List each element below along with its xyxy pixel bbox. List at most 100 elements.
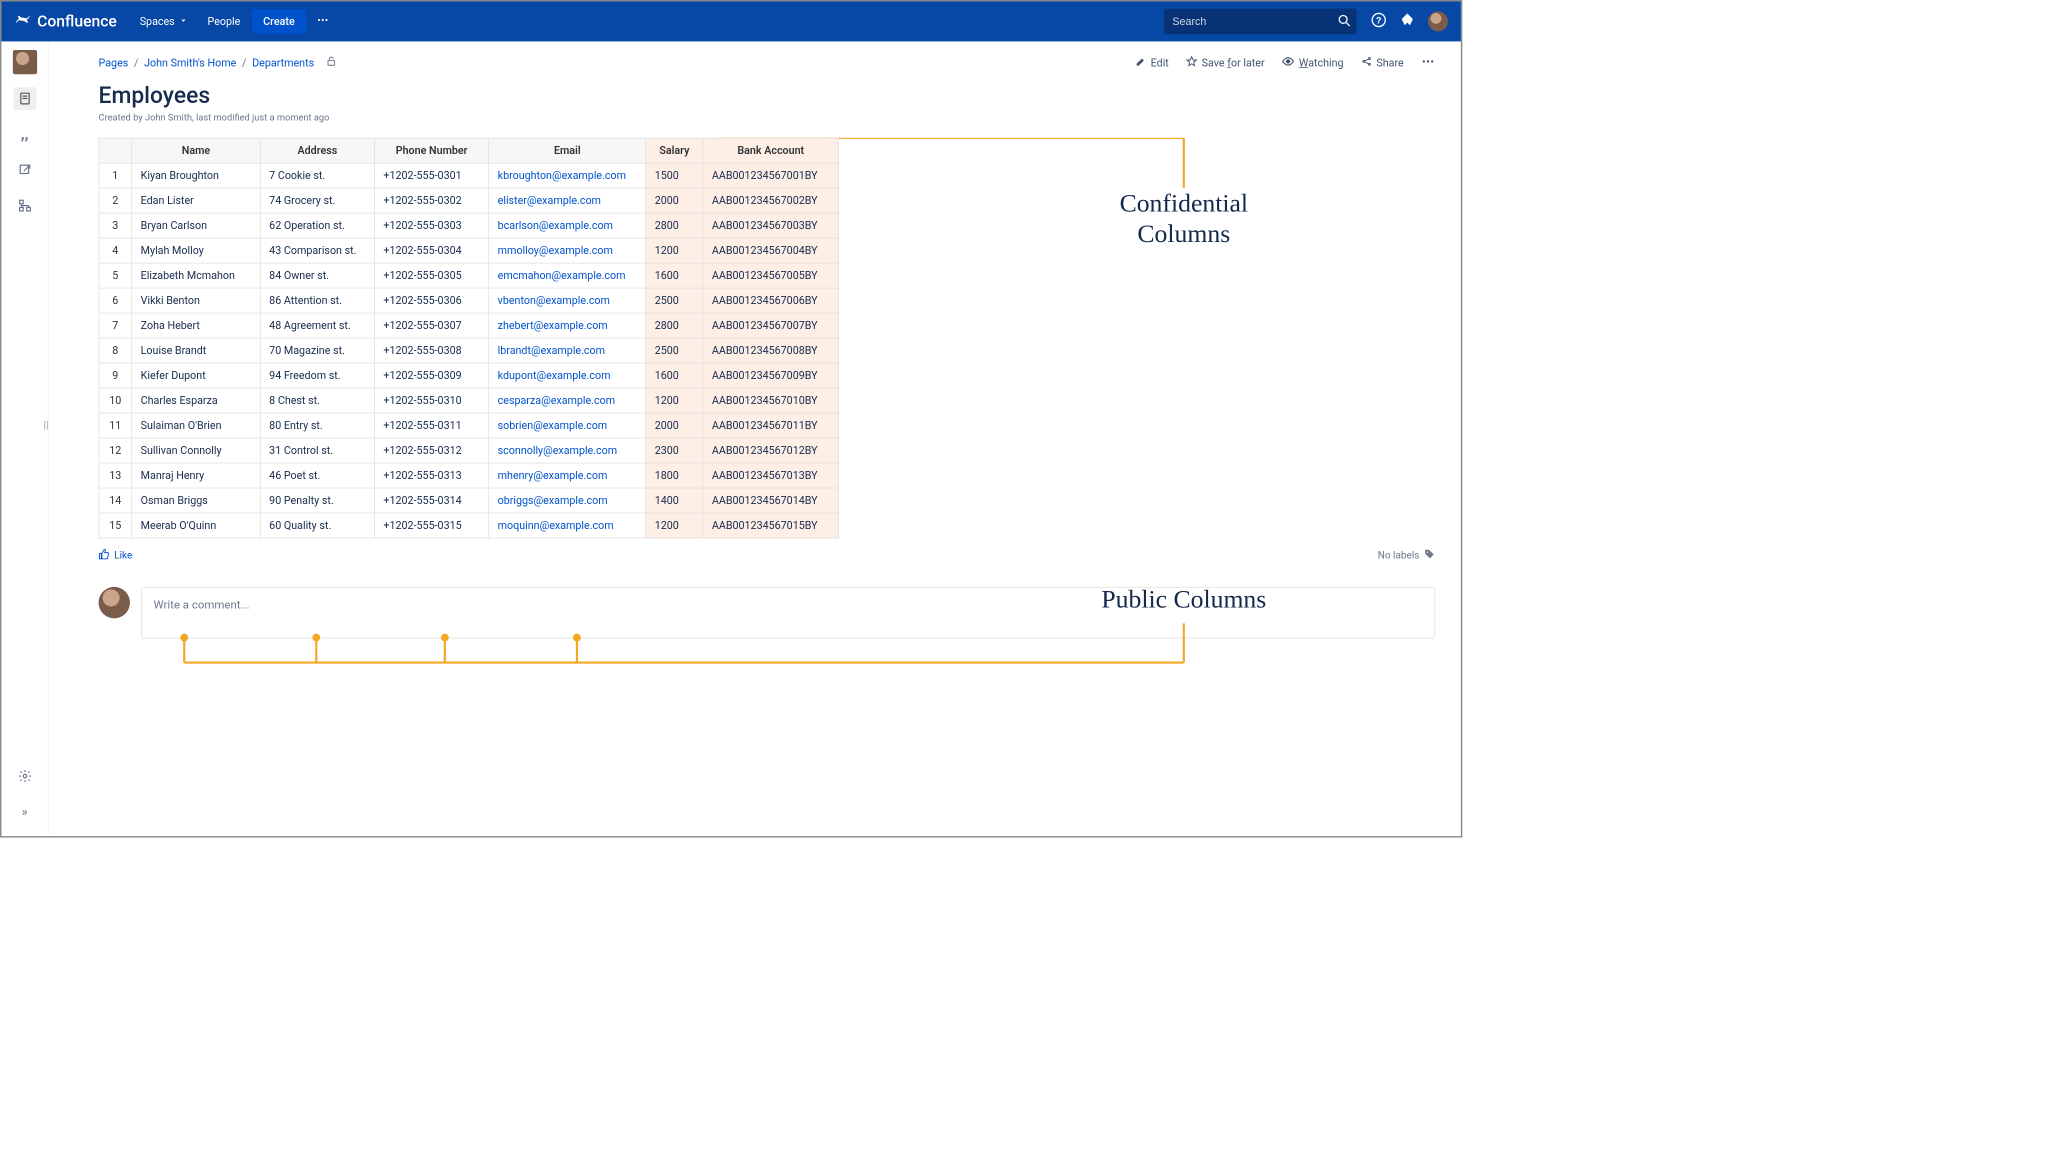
breadcrumb-lock-icon [326,56,337,70]
nav-more-button[interactable] [309,8,336,35]
top-nav: Confluence Spaces People Create [1,1,1460,41]
email-link[interactable]: mmolloy@example.com [498,244,613,257]
nav-people[interactable]: People [199,9,249,33]
cell-salary: 2000 [646,188,703,213]
brand-name: Confluence [37,12,117,30]
cell-rownum: 7 [99,313,132,338]
cell-address: 7 Cookie st. [260,163,374,188]
email-link[interactable]: sconnolly@example.com [498,444,618,457]
cell-address: 46 Poet st. [260,463,374,488]
table-row: 11Sulaiman O'Brien80 Entry st.+1202-555-… [99,413,839,438]
save-for-later-button[interactable]: Save for later [1186,56,1265,70]
email-link[interactable]: zhebert@example.com [498,319,608,332]
rail-pages-icon[interactable] [13,87,36,110]
profile-avatar[interactable] [1428,11,1448,31]
cell-phone: +1202-555-0307 [374,313,488,338]
table-row: 8Louise Brandt70 Magazine st.+1202-555-0… [99,338,839,363]
edit-button[interactable]: Edit [1135,56,1169,70]
more-horizontal-icon [1421,54,1435,71]
cell-email: obriggs@example.com [489,488,646,513]
search-icon[interactable] [1337,13,1353,32]
email-link[interactable]: mhenry@example.com [498,469,608,482]
nav-spaces[interactable]: Spaces [131,9,196,33]
cell-salary: 1800 [646,463,703,488]
cell-phone: +1202-555-0315 [374,513,488,538]
email-link[interactable]: elister@example.com [498,194,601,207]
brand[interactable]: Confluence [14,11,117,32]
cell-name: Sulaiman O'Brien [132,413,261,438]
page-more-button[interactable] [1421,54,1435,71]
email-link[interactable]: kbroughton@example.com [498,169,626,182]
cell-phone: +1202-555-0310 [374,388,488,413]
cell-bank: AAB001234567002BY [703,188,839,213]
cell-email: mmolloy@example.com [489,238,646,263]
cell-phone: +1202-555-0314 [374,488,488,513]
cell-phone: +1202-555-0308 [374,338,488,363]
cell-salary: 2000 [646,413,703,438]
cell-rownum: 11 [99,413,132,438]
email-link[interactable]: emcmahon@example.com [498,269,626,282]
rail-settings-icon[interactable] [13,765,36,788]
cell-email: bcarlson@example.com [489,213,646,238]
cell-bank: AAB001234567003BY [703,213,839,238]
help-icon[interactable]: ? [1371,12,1387,31]
rail-expand-icon[interactable]: » [13,800,36,823]
rail-blog-icon[interactable]: ,, [13,123,36,146]
comment-input[interactable]: Write a comment... [141,587,1435,638]
email-link[interactable]: moquinn@example.com [498,519,614,532]
email-link[interactable]: lbrandt@example.com [498,344,605,357]
cell-rownum: 6 [99,288,132,313]
email-link[interactable]: obriggs@example.com [498,494,608,507]
share-button[interactable]: Share [1361,56,1404,70]
nav-create-button[interactable]: Create [252,9,306,33]
search-input[interactable] [1164,9,1357,35]
breadcrumb-section[interactable]: Departments [252,56,314,69]
cell-address: 60 Quality st. [260,513,374,538]
cell-name: Osman Briggs [132,488,261,513]
cell-name: Charles Esparza [132,388,261,413]
breadcrumb: Pages / John Smith's Home / Departments [99,56,337,70]
email-link[interactable]: sobrien@example.com [498,419,608,432]
cell-email: moquinn@example.com [489,513,646,538]
email-link[interactable]: kdupont@example.com [498,369,611,382]
cell-salary: 1200 [646,388,703,413]
cell-bank: AAB001234567015BY [703,513,839,538]
breadcrumb-pages[interactable]: Pages [99,56,129,69]
cell-rownum: 15 [99,513,132,538]
watching-button[interactable]: Watching [1282,55,1344,71]
cell-email: kdupont@example.com [489,363,646,388]
table-row: 6Vikki Benton86 Attention st.+1202-555-0… [99,288,839,313]
cell-bank: AAB001234567004BY [703,238,839,263]
notifications-icon[interactable] [1399,12,1415,31]
table-row: 14Osman Briggs90 Penalty st.+1202-555-03… [99,488,839,513]
page-byline: Created by John Smith, last modified jus… [99,113,1436,124]
rail-shortcut-icon[interactable] [13,159,36,182]
table-row: 4Mylah Molloy43 Comparison st.+1202-555-… [99,238,839,263]
email-link[interactable]: vbenton@example.com [498,294,610,307]
cell-email: lbrandt@example.com [489,338,646,363]
space-avatar[interactable] [12,50,36,74]
cell-address: 70 Magazine st. [260,338,374,363]
cell-address: 62 Operation st. [260,213,374,238]
email-link[interactable]: bcarlson@example.com [498,219,613,232]
tag-icon[interactable] [1424,548,1435,562]
cell-bank: AAB001234567001BY [703,163,839,188]
no-labels-text: No labels [1378,550,1420,561]
cell-name: Mylah Molloy [132,238,261,263]
rail-tree-icon[interactable] [13,194,36,217]
cell-rownum: 12 [99,438,132,463]
cell-phone: +1202-555-0306 [374,288,488,313]
cell-salary: 2500 [646,288,703,313]
cell-rownum: 4 [99,238,132,263]
breadcrumb-home[interactable]: John Smith's Home [144,56,236,69]
cell-rownum: 8 [99,338,132,363]
cell-email: mhenry@example.com [489,463,646,488]
svg-text:?: ? [1376,15,1382,25]
cell-address: 8 Chest st. [260,388,374,413]
col-email: Email [489,138,646,163]
cell-rownum: 14 [99,488,132,513]
email-link[interactable]: cesparza@example.com [498,394,615,407]
cell-salary: 1600 [646,363,703,388]
left-rail: ,, » || [1,41,48,836]
like-button[interactable]: Like [99,548,133,562]
